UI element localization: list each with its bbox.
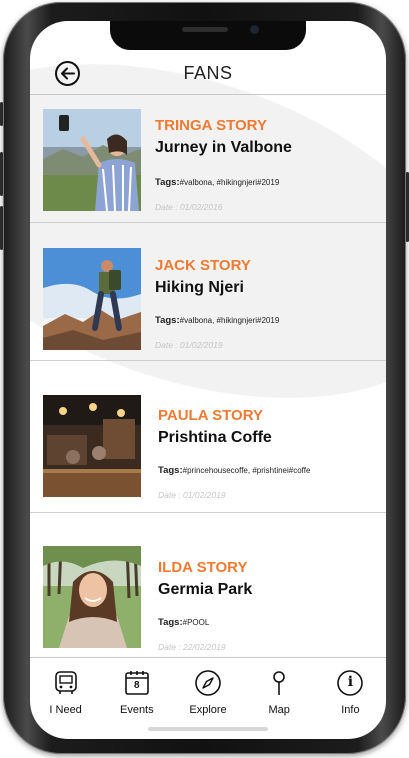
notch: [110, 21, 306, 50]
story-tags: Tags:#princehousecoffe, #prishtinei#coff…: [158, 465, 310, 476]
story-subtitle: Germia Park: [158, 581, 253, 598]
tags-value: #POOL: [182, 618, 210, 627]
tab-events[interactable]: 8 Events: [101, 658, 172, 718]
story-card-tringa[interactable]: TRINGA STORY Jurney in Valbone Tags:#val…: [30, 95, 386, 223]
volume-up-button: [0, 152, 3, 196]
header: FANS: [30, 51, 386, 95]
tags-label: Tags:: [158, 465, 183, 476]
story-date: Date : 22/02/2019: [158, 642, 226, 652]
bus-icon: [51, 668, 81, 698]
info-glyph: i: [347, 674, 354, 690]
story-date: Date : 01/02/2019: [158, 490, 226, 500]
map-pin-icon: [264, 668, 294, 698]
tab-explore[interactable]: Explore: [172, 658, 243, 718]
story-photo: [43, 546, 141, 648]
volume-down-button: [0, 206, 3, 250]
tab-map[interactable]: Map: [244, 658, 315, 718]
tab-label: Explore: [189, 704, 227, 716]
story-title: TRINGA STORY: [155, 117, 267, 134]
tab-label: Map: [268, 704, 290, 716]
screen: FANS TRINGA STORY Jurney in Valbone Tags…: [30, 21, 386, 739]
story-subtitle: Jurney in Valbone: [155, 139, 292, 156]
story-tags: Tags:#valbona, #hikingnjeri#2019: [155, 315, 279, 326]
bottom-tab-bar: I Need 8 Events Explore Map i Info: [30, 658, 386, 718]
tab-info[interactable]: i Info: [315, 658, 386, 718]
front-camera: [250, 25, 259, 34]
story-tags: Tags:#POOL: [158, 617, 209, 628]
tab-label: Info: [341, 704, 360, 716]
story-subtitle: Hiking Njeri: [155, 279, 244, 296]
tab-i-need[interactable]: I Need: [30, 658, 101, 718]
story-card-jack[interactable]: JACK STORY Hiking Njeri Tags:#valbona, #…: [30, 223, 386, 361]
story-card-ilda[interactable]: ILDA STORY Germia Park Tags:#POOL Date :…: [30, 513, 386, 657]
story-photo: [43, 395, 141, 497]
story-card-paula[interactable]: PAULA STORY Prishtina Coffe Tags:#prince…: [30, 361, 386, 513]
story-photo: [43, 248, 141, 350]
story-title: PAULA STORY: [158, 407, 264, 424]
tags-label: Tags:: [155, 315, 180, 326]
tab-label: Events: [119, 704, 154, 716]
story-list[interactable]: TRINGA STORY Jurney in Valbone Tags:#val…: [30, 95, 386, 657]
story-photo: [43, 109, 141, 211]
info-icon: i: [335, 668, 365, 698]
story-date: Date : 01/02/2016: [155, 202, 223, 212]
compass-icon: [193, 668, 223, 698]
page-title: FANS: [183, 63, 233, 83]
calendar-day-number: 8: [134, 680, 140, 691]
story-subtitle: Prishtina Coffe: [158, 429, 272, 446]
tags-label: Tags:: [155, 177, 180, 188]
story-date: Date : 01/02/2019: [155, 340, 223, 350]
home-indicator: [148, 727, 268, 731]
speaker-grille: [182, 27, 228, 32]
silent-switch: [0, 102, 3, 126]
tags-value: #valbona, #hikingnjeri#2019: [179, 316, 280, 325]
tab-label: I Need: [49, 704, 82, 716]
tags-label: Tags:: [158, 617, 183, 628]
tags-value: #princehousecoffe, #prishtinei#coffe: [182, 466, 311, 475]
story-title: ILDA STORY: [158, 559, 248, 576]
calendar-icon: 8: [122, 668, 152, 698]
phone-frame: FANS TRINGA STORY Jurney in Valbone Tags…: [0, 2, 409, 754]
tags-value: #valbona, #hikingnjeri#2019: [179, 178, 280, 187]
story-tags: Tags:#valbona, #hikingnjeri#2019: [155, 177, 279, 188]
story-title: JACK STORY: [155, 257, 251, 274]
